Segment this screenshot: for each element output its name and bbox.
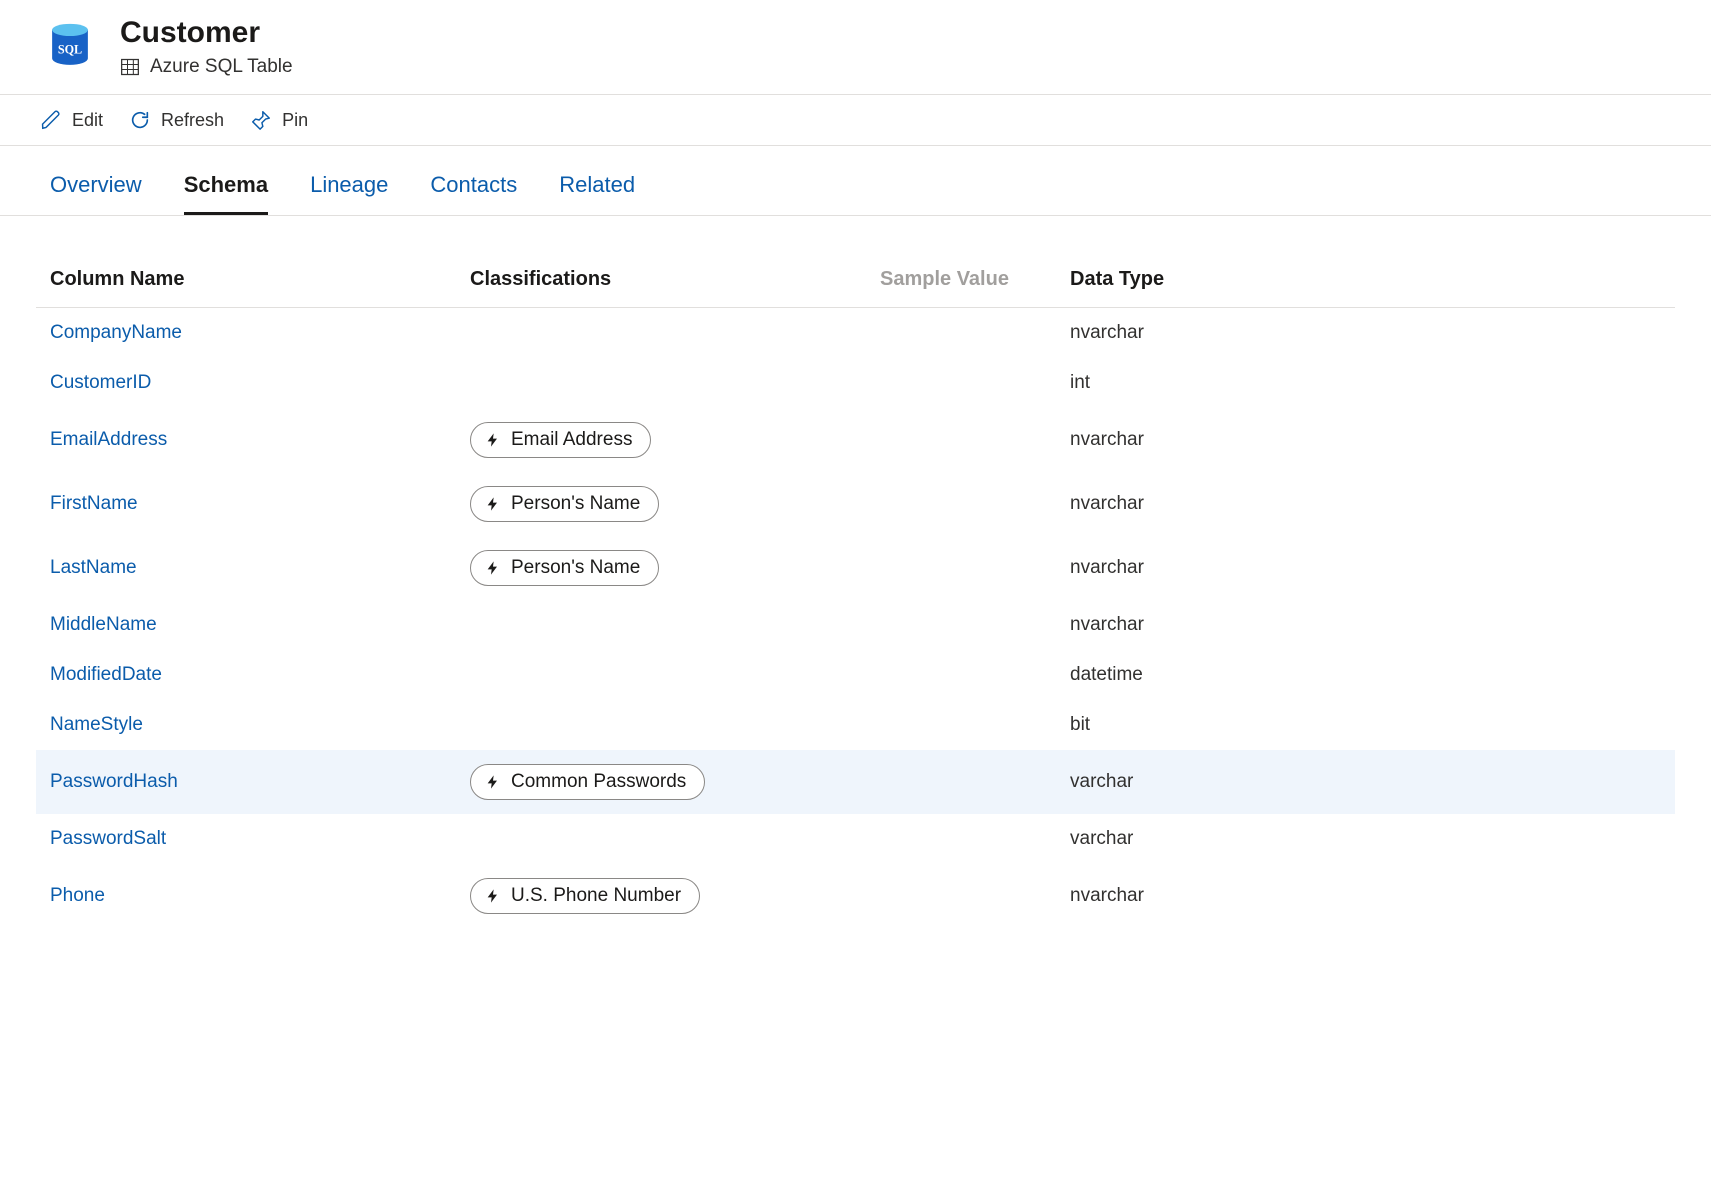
data-type: int [1056, 358, 1675, 408]
data-type: varchar [1056, 750, 1675, 814]
data-type: datetime [1056, 650, 1675, 700]
table-row[interactable]: CustomerID int [36, 358, 1675, 408]
page-subtitle: Azure SQL Table [150, 56, 293, 78]
column-link[interactable]: NameStyle [50, 714, 143, 735]
refresh-icon [129, 109, 151, 131]
column-link[interactable]: MiddleName [50, 614, 157, 635]
classification-pill[interactable]: Person's Name [470, 486, 659, 522]
table-row[interactable]: FirstName Person's Name nvarchar [36, 472, 1675, 536]
th-sample-value[interactable]: Sample Value [866, 256, 1056, 308]
schema-table: Column Name Classifications Sample Value… [36, 256, 1675, 928]
classification-label: Person's Name [511, 557, 640, 579]
classification-pill[interactable]: Person's Name [470, 550, 659, 586]
table-row[interactable]: PasswordHash Common Passwords varchar [36, 750, 1675, 814]
classification-pill[interactable]: Email Address [470, 422, 651, 458]
sample-value [866, 814, 1056, 864]
table-row[interactable]: PasswordSalt varchar [36, 814, 1675, 864]
table-row[interactable]: NameStyle bit [36, 700, 1675, 750]
tab-contacts[interactable]: Contacts [430, 172, 517, 215]
table-row[interactable]: CompanyName nvarchar [36, 308, 1675, 359]
classification-pill[interactable]: Common Passwords [470, 764, 705, 800]
page-title: Customer [120, 16, 293, 50]
sample-value [866, 650, 1056, 700]
toolbar: Edit Refresh Pin [0, 94, 1711, 146]
data-type: nvarchar [1056, 408, 1675, 472]
sql-db-icon: SQL [40, 17, 100, 77]
table-row[interactable]: ModifiedDate datetime [36, 650, 1675, 700]
sample-value [866, 536, 1056, 600]
sample-value [866, 472, 1056, 536]
column-link[interactable]: EmailAddress [50, 429, 167, 450]
th-classifications[interactable]: Classifications [456, 256, 866, 308]
data-type: nvarchar [1056, 308, 1675, 359]
pin-label: Pin [282, 110, 308, 131]
data-type: nvarchar [1056, 472, 1675, 536]
svg-text:SQL: SQL [58, 43, 82, 57]
data-type: nvarchar [1056, 536, 1675, 600]
classification-label: Email Address [511, 429, 632, 451]
column-link[interactable]: CompanyName [50, 322, 182, 343]
column-link[interactable]: ModifiedDate [50, 664, 162, 685]
sample-value [866, 600, 1056, 650]
sample-value [866, 308, 1056, 359]
column-link[interactable]: FirstName [50, 493, 138, 514]
tab-lineage[interactable]: Lineage [310, 172, 388, 215]
refresh-label: Refresh [161, 110, 224, 131]
data-type: bit [1056, 700, 1675, 750]
pencil-icon [40, 109, 62, 131]
column-link[interactable]: CustomerID [50, 372, 151, 393]
edit-label: Edit [72, 110, 103, 131]
edit-button[interactable]: Edit [40, 109, 103, 131]
classification-pill[interactable]: U.S. Phone Number [470, 878, 700, 914]
column-link[interactable]: Phone [50, 885, 105, 906]
data-type: varchar [1056, 814, 1675, 864]
column-link[interactable]: PasswordSalt [50, 828, 166, 849]
pin-button[interactable]: Pin [250, 109, 308, 131]
data-type: nvarchar [1056, 600, 1675, 650]
column-link[interactable]: PasswordHash [50, 771, 178, 792]
sample-value [866, 864, 1056, 928]
table-row[interactable]: Phone U.S. Phone Number nvarchar [36, 864, 1675, 928]
column-link[interactable]: LastName [50, 557, 137, 578]
page-header: SQL Customer Azure SQL Table [0, 0, 1711, 94]
sample-value [866, 408, 1056, 472]
th-column-name[interactable]: Column Name [36, 256, 456, 308]
table-row[interactable]: LastName Person's Name nvarchar [36, 536, 1675, 600]
table-row[interactable]: MiddleName nvarchar [36, 600, 1675, 650]
classification-label: Common Passwords [511, 771, 686, 793]
classification-label: Person's Name [511, 493, 640, 515]
sample-value [866, 358, 1056, 408]
sample-value [866, 750, 1056, 814]
th-data-type[interactable]: Data Type [1056, 256, 1675, 308]
table-icon [120, 57, 140, 77]
tab-related[interactable]: Related [559, 172, 635, 215]
refresh-button[interactable]: Refresh [129, 109, 224, 131]
tab-schema[interactable]: Schema [184, 172, 268, 215]
pin-icon [250, 109, 272, 131]
classification-label: U.S. Phone Number [511, 885, 681, 907]
table-row[interactable]: EmailAddress Email Address nvarchar [36, 408, 1675, 472]
sample-value [866, 700, 1056, 750]
tab-overview[interactable]: Overview [50, 172, 142, 215]
data-type: nvarchar [1056, 864, 1675, 928]
tabs: Overview Schema Lineage Contacts Related [0, 146, 1711, 216]
